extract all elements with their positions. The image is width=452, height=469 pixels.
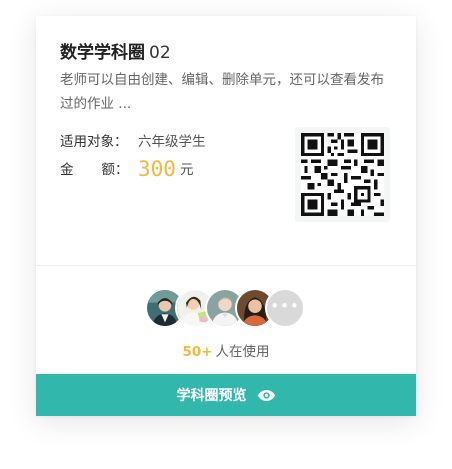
amount-label: 金 额： (60, 158, 138, 178)
target-label: 适用对象： (60, 134, 128, 150)
user-avatars: ••• (145, 288, 307, 328)
usage-count-suffix: 人在使用 (215, 344, 270, 360)
amount-row: 金 额： 300 元 (60, 157, 193, 181)
qr-code-icon (301, 133, 384, 216)
subject-circle-card: 数学学科圈 02 老师可以自由创建、编辑、删除单元，还可以查看发布过的作业 ...… (36, 16, 416, 416)
card-title-text: 数学学科圈 (60, 43, 145, 63)
card-description: 老师可以自由创建、编辑、删除单元，还可以查看发布过的作业 ... (60, 72, 384, 112)
amount-label-part1: 金 (60, 162, 74, 178)
preview-button[interactable]: 学科圈预览 (36, 374, 416, 416)
more-icon: ••• (270, 296, 300, 315)
target-row: 适用对象： 六年级学生 (60, 130, 206, 150)
usage-count-number: 50+ (182, 344, 213, 360)
amount-unit: 元 (179, 162, 194, 178)
amount-value: 300 (138, 157, 176, 181)
card-info: 数学学科圈 02 老师可以自由创建、编辑、删除单元，还可以查看发布过的作业 ...… (36, 16, 416, 266)
preview-button-label: 学科圈预览 (176, 388, 247, 404)
card-title: 数学学科圈 02 (60, 38, 171, 63)
eye-icon (257, 389, 275, 401)
target-value: 六年级学生 (138, 134, 206, 150)
card-divider (36, 265, 416, 266)
qr-code (295, 127, 390, 222)
card-title-number: 02 (149, 43, 171, 63)
more-users-button[interactable]: ••• (265, 288, 305, 328)
usage-count: 50+ 人在使用 (36, 340, 416, 360)
amount-label-part2: 额： (101, 162, 129, 178)
